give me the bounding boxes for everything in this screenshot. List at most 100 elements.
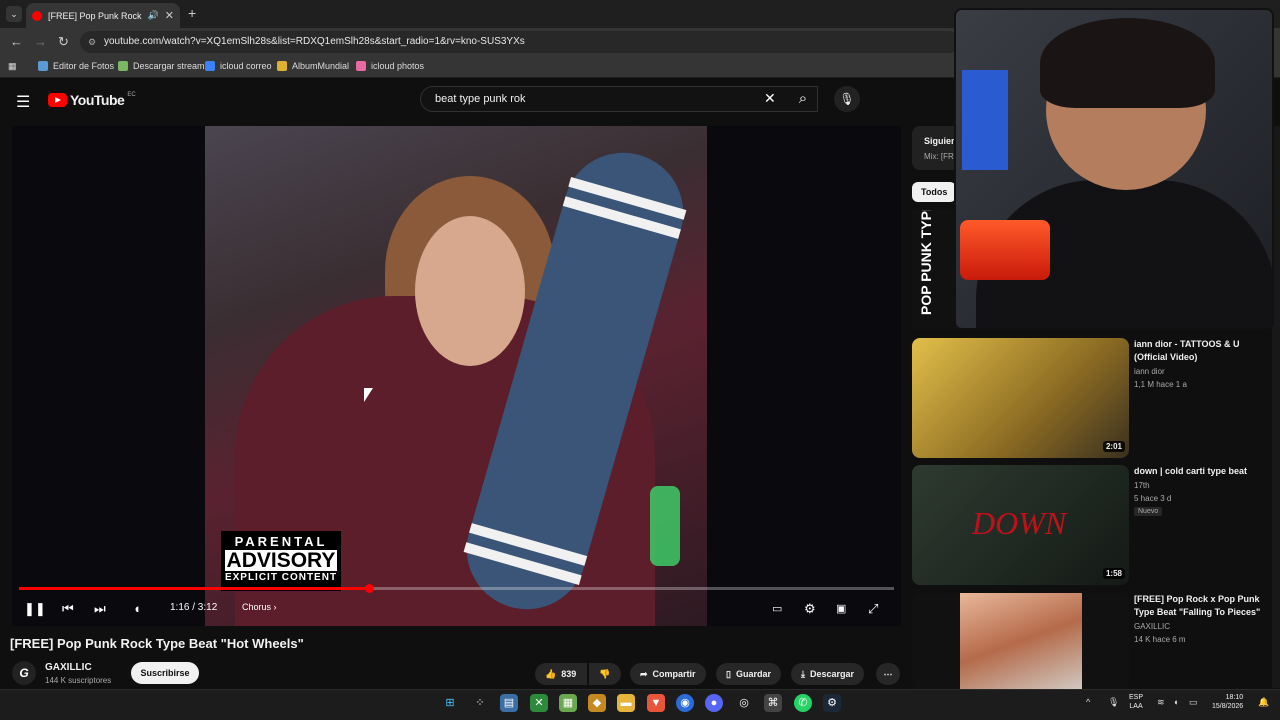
apps-grid-icon[interactable]: ▦ xyxy=(8,61,17,72)
thumbs-down-icon: 👎 xyxy=(599,669,611,679)
url-field[interactable]: ⚙ youtube.com/watch?v=XQ1emSlh28s&list=R… xyxy=(80,31,960,53)
xbox-icon[interactable]: ✕ xyxy=(530,694,548,712)
volume-button[interactable]: ◖ xyxy=(133,598,141,620)
video-player[interactable]: PARENTAL ADVISORY EXPLICIT CONTENT ❚❚ ⏮ … xyxy=(12,126,901,626)
microphone-tray-icon[interactable]: 🎙 xyxy=(1108,697,1119,708)
capcut-icon[interactable]: ⌘ xyxy=(764,694,782,712)
bookmark-editor-de-fotos[interactable]: Editor de Fotos xyxy=(38,61,114,71)
brave-icon[interactable]: ▼ xyxy=(647,694,665,712)
bookmark-label: Descargar stream xyxy=(133,61,205,71)
bookmark-albummundial[interactable]: AlbumMundial xyxy=(277,61,349,71)
chapter-button[interactable]: Chorus › xyxy=(242,602,277,612)
next-button[interactable]: ⏭ xyxy=(94,598,106,620)
download-label: Descargar xyxy=(809,669,855,679)
recommendation-title[interactable]: iann dior - TATTOOS & U (Official Video) xyxy=(1134,338,1262,364)
steam-icon[interactable]: ⚙ xyxy=(823,694,841,712)
task-view-icon[interactable]: ⁘ xyxy=(471,694,489,712)
parental-advisory-label: PARENTAL ADVISORY EXPLICIT CONTENT xyxy=(221,531,341,591)
bookmark-label: Editor de Fotos xyxy=(53,61,115,71)
language-indicator[interactable]: ESP LAA xyxy=(1129,693,1143,711)
download-button[interactable]: ⤓ Descargar xyxy=(791,663,865,685)
bookmark-descargar-stream[interactable]: Descargar stream xyxy=(118,61,205,71)
lang-line2: LAA xyxy=(1129,703,1143,710)
country-code: EC xyxy=(127,92,136,98)
recommendation-thumbnail[interactable] xyxy=(912,593,1129,689)
settings-gear-icon[interactable]: ⚙ xyxy=(804,598,816,620)
tab-search-button[interactable]: ⌄ xyxy=(6,6,22,22)
subscribe-button[interactable]: Suscribirse xyxy=(131,662,199,684)
reload-button[interactable]: ↻ xyxy=(58,34,69,50)
share-label: Compartir xyxy=(652,669,696,679)
subtitles-icon[interactable]: ▭ xyxy=(772,598,782,620)
advisory-line1: PARENTAL xyxy=(234,534,328,549)
clear-search-icon[interactable]: ✕ xyxy=(764,90,776,107)
back-button[interactable]: ← xyxy=(10,34,23,49)
recommendation-channel[interactable]: GAXILLIC xyxy=(1134,622,1170,631)
more-actions-button[interactable]: ⋯ xyxy=(876,663,900,685)
whatsapp-icon[interactable]: ✆ xyxy=(794,694,812,712)
minecraft-icon[interactable]: ▦ xyxy=(559,694,577,712)
pause-button[interactable]: ❚❚ xyxy=(24,598,46,620)
bottle-shape xyxy=(650,486,680,566)
recommendation-channel[interactable]: 17th xyxy=(1134,481,1150,490)
speaker-icon[interactable]: 🔊 xyxy=(148,10,159,21)
progress-scrubber[interactable] xyxy=(365,584,374,593)
recommendation-meta: 1,1 M hace 1 a xyxy=(1134,380,1187,389)
taskbar-clock[interactable]: 18:10 15/8/2026 xyxy=(1212,693,1243,711)
bookmark-icloud-correo[interactable]: icloud correo xyxy=(205,61,272,71)
save-button[interactable]: ▯ Guardar xyxy=(716,663,781,685)
wifi-icon[interactable]: ≋ xyxy=(1157,697,1165,708)
video-title: [FREE] Pop Punk Rock Type Beat "Hot Whee… xyxy=(10,636,304,651)
file-explorer-icon[interactable]: ▬ xyxy=(617,694,635,712)
bookmark-label: AlbumMundial xyxy=(292,61,350,71)
channel-avatar[interactable]: G xyxy=(12,661,36,685)
icloud-photos-icon xyxy=(356,61,366,71)
store-icon[interactable]: ▤ xyxy=(500,694,518,712)
chrome-icon[interactable]: ◉ xyxy=(676,694,694,712)
volume-tray-icon[interactable]: ◖ xyxy=(1173,697,1178,707)
clock-time: 18:10 xyxy=(1225,694,1244,701)
search-input[interactable]: beat type punk rok xyxy=(420,86,818,112)
recommendation-thumbnail[interactable]: DOWN 1:58 xyxy=(912,465,1129,585)
subscriber-count: 144 K suscriptores xyxy=(45,676,112,685)
site-info-icon[interactable]: ⚙ xyxy=(88,31,96,53)
fullscreen-icon[interactable]: ⤢ xyxy=(868,598,878,620)
bookmark-icloud-photos[interactable]: icloud photos xyxy=(356,61,424,71)
notification-bell-icon[interactable]: 🔔 xyxy=(1258,697,1269,708)
previous-button[interactable]: ⏮ xyxy=(62,598,74,620)
youtube-play-icon xyxy=(48,93,67,107)
game-launcher-icon[interactable]: ◆ xyxy=(588,694,606,712)
channel-name[interactable]: GAXILLIC xyxy=(45,662,92,673)
progress-bar[interactable] xyxy=(19,584,894,593)
like-button[interactable]: 👍 839 xyxy=(535,663,587,685)
album-icon xyxy=(277,61,287,71)
chip-all[interactable]: Todos xyxy=(912,182,957,202)
tray-expand-icon[interactable]: ^ xyxy=(1086,697,1090,707)
obs-icon[interactable]: ◎ xyxy=(735,694,753,712)
recommendation-thumbnail[interactable]: POP PUNK TYPE BEAT xyxy=(912,210,960,330)
forward-button[interactable]: → xyxy=(34,34,47,49)
recommendation-title[interactable]: down | cold carti type beat xyxy=(1134,465,1262,478)
miniplayer-icon[interactable]: ▣ xyxy=(836,598,846,620)
voice-search-button[interactable]: 🎙 xyxy=(834,86,860,112)
battery-icon[interactable]: ▭ xyxy=(1189,697,1198,708)
start-button[interactable]: ⊞ xyxy=(441,694,459,712)
thumbnail-text: POP PUNK TYPE BEAT xyxy=(918,210,934,315)
youtube-logo[interactable]: YouTube EC xyxy=(48,92,136,108)
like-count: 839 xyxy=(561,669,577,679)
recommendation-channel[interactable]: iann dior xyxy=(1134,367,1165,376)
clock-date: 15/8/2026 xyxy=(1212,703,1244,710)
close-tab-icon[interactable]: ✕ xyxy=(165,9,174,22)
new-tab-button[interactable]: + xyxy=(188,5,196,21)
share-button[interactable]: ➦ Compartir xyxy=(630,663,706,685)
discord-icon[interactable]: ● xyxy=(705,694,723,712)
video-duration: 2:01 xyxy=(1102,441,1125,452)
browser-tab[interactable]: [FREE] Pop Punk Rock Type 🔊 ✕ xyxy=(26,3,180,28)
dislike-button[interactable]: 👎 xyxy=(589,663,621,685)
thumbs-up-icon: 👍 xyxy=(545,669,557,679)
playlist-panel[interactable] xyxy=(912,126,960,170)
recommendation-title[interactable]: [FREE] Pop Rock x Pop Punk Type Beat "Fa… xyxy=(1134,593,1262,619)
search-button[interactable]: ⌕ xyxy=(790,86,816,112)
hamburger-menu-icon[interactable]: ☰ xyxy=(16,92,30,112)
recommendation-thumbnail[interactable]: 2:01 xyxy=(912,338,1129,458)
